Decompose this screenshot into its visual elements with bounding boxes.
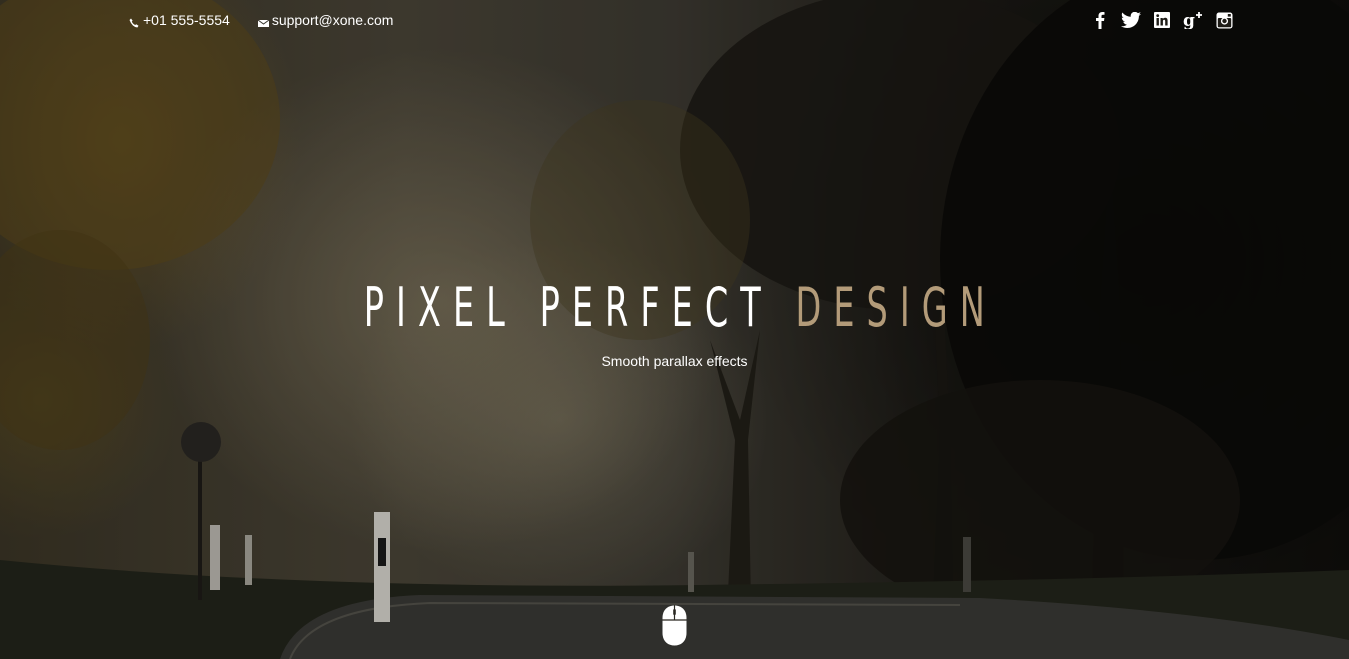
hero-subtitle: Smooth parallax effects bbox=[601, 353, 748, 369]
hero-section: +01 555-5554 support@xone.com g PIXEL PE… bbox=[0, 0, 1349, 659]
hero-title-main: PIXEL PERFECT bbox=[363, 276, 773, 339]
linkedin-icon bbox=[1154, 12, 1170, 28]
phone-icon bbox=[129, 15, 139, 28]
contact-info: +01 555-5554 support@xone.com bbox=[129, 12, 421, 28]
google-plus-link[interactable]: g bbox=[1183, 10, 1203, 30]
mouse-scroll-icon bbox=[662, 605, 687, 646]
phone-link[interactable]: +01 555-5554 bbox=[129, 12, 230, 28]
instagram-link[interactable] bbox=[1214, 10, 1234, 30]
instagram-icon bbox=[1216, 12, 1232, 28]
email-link[interactable]: support@xone.com bbox=[257, 12, 394, 28]
top-bar: +01 555-5554 support@xone.com g bbox=[0, 0, 1349, 42]
scroll-down-button[interactable] bbox=[661, 604, 688, 647]
social-links: g bbox=[1090, 10, 1245, 30]
email-address: support@xone.com bbox=[271, 12, 394, 28]
hero-title-accent: DESIGN bbox=[795, 276, 997, 339]
facebook-link[interactable] bbox=[1090, 10, 1110, 30]
hero-title: PIXEL PERFECT DESIGN bbox=[256, 270, 1092, 346]
facebook-icon bbox=[1096, 12, 1105, 29]
google-plus-icon: g bbox=[1183, 11, 1202, 29]
svg-text:g: g bbox=[1183, 11, 1195, 29]
linkedin-link[interactable] bbox=[1152, 10, 1172, 30]
phone-number: +01 555-5554 bbox=[143, 12, 230, 28]
envelope-icon bbox=[257, 15, 270, 27]
twitter-icon bbox=[1121, 12, 1141, 28]
twitter-link[interactable] bbox=[1121, 10, 1141, 30]
